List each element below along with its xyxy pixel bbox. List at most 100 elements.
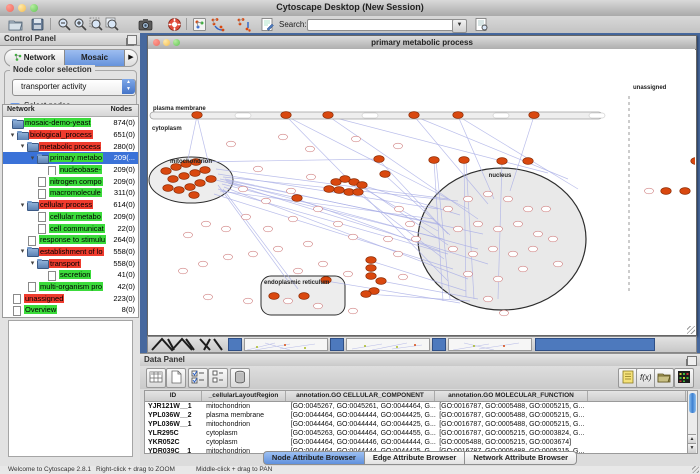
gene-node[interactable] [474, 221, 483, 227]
tree-row[interactable]: unassigned223(0) [3, 292, 138, 304]
attribute-matrix-icon[interactable] [674, 368, 694, 388]
selected-gene-node[interactable] [497, 158, 507, 165]
gene-node[interactable] [454, 226, 463, 232]
gene-node[interactable] [307, 174, 316, 180]
selected-gene-node[interactable] [292, 195, 302, 202]
minimized-window-titlebar[interactable] [535, 338, 655, 351]
gene-node[interactable] [349, 234, 358, 240]
selected-gene-node[interactable] [163, 185, 173, 192]
table-cell[interactable]: [GO:0016787, GO:0005488, GO:0005215, G..… [436, 411, 588, 420]
selected-gene-node[interactable] [374, 156, 384, 163]
membrane-pill-node[interactable] [362, 113, 378, 118]
gene-node[interactable] [449, 246, 458, 252]
float-panel-icon[interactable] [127, 35, 137, 45]
node-color-dropdown[interactable]: transporter activity ▲▼ [12, 79, 136, 96]
table-row[interactable]: YPL036W__2plasma membrane[GO:0044464, GO… [145, 411, 687, 420]
tree-row[interactable]: Overview8(0) [3, 304, 138, 316]
configure-search-icon[interactable] [474, 17, 489, 32]
tree-row[interactable]: nitrogen compo209(0) [3, 175, 138, 187]
table-cell[interactable]: YPL036W__1 [145, 420, 203, 429]
gene-node[interactable] [395, 206, 404, 212]
select-attributes-icon[interactable] [188, 368, 208, 388]
table-row[interactable]: YJR121W__1mitochondrion[GO:0045267, GO:0… [145, 402, 687, 411]
selected-gene-node[interactable] [366, 265, 376, 272]
gene-node[interactable] [484, 296, 493, 302]
selected-gene-node[interactable] [380, 171, 390, 178]
network-overview-icon[interactable] [192, 17, 207, 32]
expand-triangle[interactable]: ▾ [28, 154, 37, 162]
table-row[interactable]: YLR295Ccytoplasm[GO:0045263, GO:0044464,… [145, 429, 687, 438]
gene-node[interactable] [184, 232, 193, 238]
table-cell[interactable]: YKR052C [145, 438, 203, 447]
table-cell[interactable]: cytoplasm [203, 438, 288, 447]
gene-node[interactable] [645, 188, 654, 194]
selected-gene-node[interactable] [680, 188, 690, 195]
selected-gene-node[interactable] [353, 189, 363, 196]
table-row[interactable]: YPL036W__1mitochondrion[GO:0044464, GO:0… [145, 420, 687, 429]
table-cell[interactable]: cytoplasm [203, 429, 288, 438]
gene-node[interactable] [514, 221, 523, 227]
network-window[interactable]: primary metabolic process plasma membran… [147, 35, 697, 336]
attribute-table[interactable]: ID_cellularLayoutRegionannotation.GO CEL… [144, 390, 688, 454]
import-attributes-icon[interactable] [654, 368, 674, 388]
selected-gene-node[interactable] [361, 291, 371, 298]
gene-node[interactable] [249, 251, 258, 257]
gene-node[interactable] [384, 236, 393, 242]
gene-node[interactable] [394, 143, 403, 149]
tree-row[interactable]: ▾transport558(0) [3, 257, 138, 269]
table-cell[interactable] [589, 438, 687, 447]
zoom-in-icon[interactable] [73, 17, 88, 32]
network-window-titlebar[interactable]: primary metabolic process [148, 36, 696, 50]
gene-node[interactable] [204, 294, 213, 300]
table-cell[interactable]: [GO:0044464, GO:0044446, GO:0044444, G..… [288, 438, 437, 447]
function-builder-icon[interactable]: f(x) [636, 368, 656, 388]
selected-gene-node[interactable] [192, 112, 202, 119]
open-file-icon[interactable] [8, 17, 23, 32]
nucleus-compartment[interactable] [418, 168, 586, 310]
selected-gene-node[interactable] [161, 168, 171, 175]
selected-gene-node[interactable] [168, 176, 178, 183]
tree-row[interactable]: response to stimulu264(0) [3, 234, 138, 246]
tree-row[interactable]: ▾establishment of lo558(0) [3, 246, 138, 258]
gene-node[interactable] [529, 246, 538, 252]
gene-node[interactable] [334, 221, 343, 227]
table-cell[interactable]: [GO:0016787, GO:0005488, GO:0005215, G..… [436, 420, 588, 429]
tree-row[interactable]: cell communicat22(0) [3, 222, 138, 234]
gene-node[interactable] [494, 276, 503, 282]
selected-gene-node[interactable] [334, 187, 344, 194]
selected-gene-node[interactable] [459, 157, 469, 164]
gene-node[interactable] [484, 191, 493, 197]
minimized-window-thumbnail[interactable] [448, 338, 532, 351]
table-cell[interactable] [589, 420, 687, 429]
selected-gene-node[interactable] [429, 157, 439, 164]
table-cell[interactable] [589, 411, 687, 420]
table-cell[interactable] [589, 402, 687, 411]
gene-node[interactable] [352, 136, 361, 142]
gene-node[interactable] [224, 254, 233, 260]
float-panel-icon[interactable] [687, 356, 697, 366]
gene-node[interactable] [504, 196, 513, 202]
table-cell[interactable]: [GO:0005488, GO:0005215, GO:0003674] [436, 438, 588, 447]
app-resize-grip[interactable] [692, 466, 699, 473]
selected-gene-node[interactable] [366, 273, 376, 280]
tab-edge-attribute-browser[interactable]: Edge Attribute Browser [365, 451, 465, 465]
tree-row[interactable]: multi-organism pro42(0) [3, 281, 138, 293]
expand-triangle[interactable]: ▾ [18, 247, 27, 255]
gene-node[interactable] [394, 251, 403, 257]
table-cell[interactable]: [GO:0045263, GO:0044464, GO:0044455, G..… [288, 429, 437, 438]
tree-row[interactable]: ▾biological_process651(0) [3, 129, 138, 141]
delete-attribute-icon[interactable] [230, 368, 250, 388]
selected-gene-node[interactable] [366, 257, 376, 264]
gene-node[interactable] [314, 303, 323, 309]
selected-gene-node[interactable] [357, 182, 367, 189]
help-icon[interactable] [167, 17, 182, 32]
gene-node[interactable] [489, 246, 498, 252]
tree-row[interactable]: macromolecule311(0) [3, 187, 138, 199]
gene-node[interactable] [524, 206, 533, 212]
gene-node[interactable] [222, 226, 231, 232]
window-resize-grip[interactable] [687, 326, 695, 334]
network-canvas[interactable]: plasma membranecytoplasmmitochondrionnuc… [148, 49, 695, 333]
table-cell[interactable]: YJR121W__1 [145, 402, 203, 411]
table-cell[interactable]: mitochondrion [203, 420, 288, 429]
gene-node[interactable] [306, 146, 315, 152]
